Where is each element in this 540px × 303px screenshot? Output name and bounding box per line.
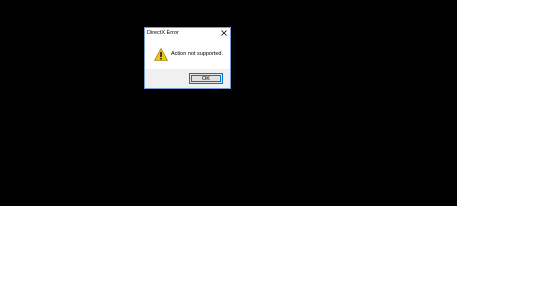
close-icon bbox=[220, 30, 227, 36]
warning-icon bbox=[154, 48, 168, 61]
dialog-message: Action not supported. bbox=[171, 51, 223, 57]
dialog-content: Action not supported. bbox=[145, 39, 230, 70]
directx-error-dialog: DirectX Error Action not supported. OK bbox=[144, 27, 231, 89]
dialog-titlebar: DirectX Error bbox=[145, 28, 230, 39]
dialog-title: DirectX Error bbox=[147, 30, 179, 36]
dialog-footer: OK bbox=[145, 69, 230, 88]
ok-button[interactable]: OK bbox=[189, 73, 223, 84]
close-button[interactable] bbox=[218, 28, 229, 38]
